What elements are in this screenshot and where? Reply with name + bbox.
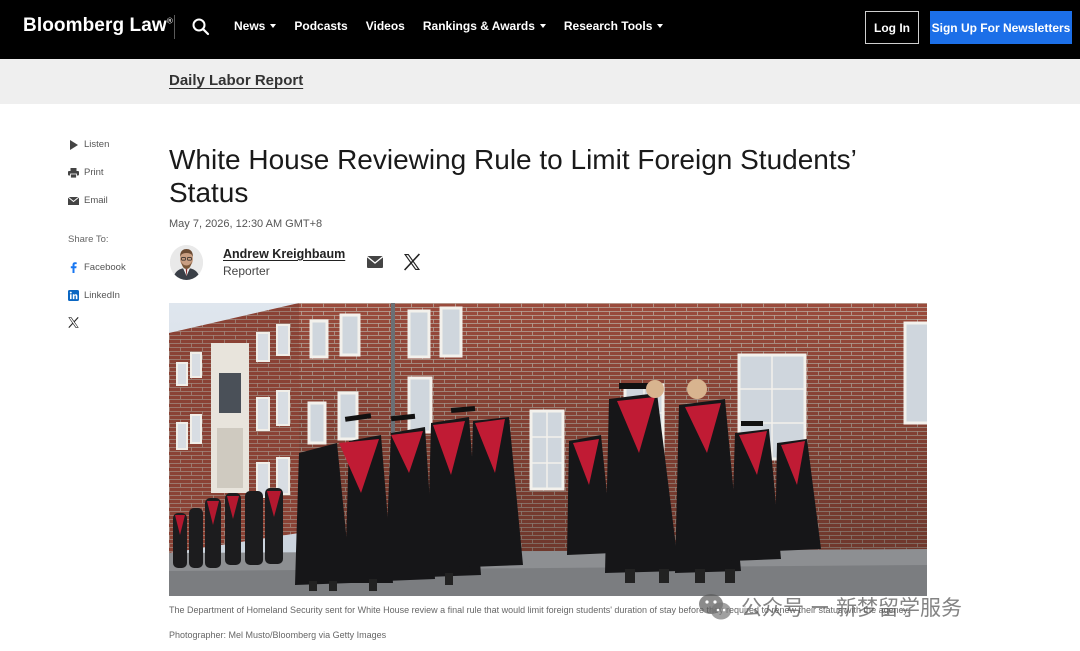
nav-videos-label: Videos: [365, 19, 405, 33]
nav-podcasts-label: Podcasts: [294, 19, 348, 33]
main-menu: News Podcasts Videos Rankings & Awards R…: [234, 19, 681, 33]
listen-label: Listen: [84, 139, 110, 150]
facebook-icon: [68, 262, 79, 273]
nav-news-label: News: [234, 19, 266, 33]
top-navigation: Bloomberg Law® News Podcasts Videos Rank…: [0, 0, 1080, 59]
email-button[interactable]: Email: [68, 195, 108, 206]
nav-rankings-label: Rankings & Awards: [422, 19, 535, 33]
bloomberg-law-logo[interactable]: Bloomberg Law®: [23, 15, 173, 37]
nav-videos[interactable]: Videos: [366, 19, 405, 33]
hero-photo-graduates: [169, 303, 927, 596]
nav-divider: [174, 15, 175, 39]
article-headline: White House Reviewing Rule to Limit Fore…: [169, 144, 856, 208]
photo-credit: Photographer: Mel Musto/Bloomberg via Ge…: [169, 630, 387, 640]
wechat-icon: [699, 594, 731, 620]
play-icon: [68, 139, 79, 150]
email-author-icon[interactable]: [366, 254, 384, 270]
watermark-separator: [812, 606, 828, 608]
author-avatar[interactable]: [170, 245, 203, 280]
watermark-right-text: 新梦留学服务: [836, 597, 962, 620]
logo-registered-mark: ®: [166, 16, 173, 26]
printer-icon: [68, 167, 79, 178]
section-link-daily-labor-report[interactable]: Daily Labor Report: [169, 72, 303, 89]
email-label: Email: [84, 195, 108, 206]
x-follow-author-icon[interactable]: [403, 253, 421, 271]
share-x-button[interactable]: [68, 317, 84, 328]
nav-news[interactable]: News: [234, 19, 277, 33]
chevron-down-icon: [539, 24, 546, 28]
chevron-down-icon: [270, 24, 277, 28]
linkedin-icon: [68, 290, 79, 301]
watermark-left-text: 公众号: [741, 597, 804, 620]
wechat-watermark: 公众号 新梦留学服务: [697, 589, 1057, 625]
facebook-label: Facebook: [84, 262, 126, 273]
nav-rankings-awards[interactable]: Rankings & Awards: [423, 19, 546, 33]
print-label: Print: [84, 167, 104, 178]
x-logo-icon: [68, 317, 79, 328]
nav-research-label: Research Tools: [563, 19, 653, 33]
author-role: Reporter: [223, 264, 270, 278]
share-linkedin-button[interactable]: LinkedIn: [68, 290, 120, 301]
article-date: May 7, 2026, 12:30 AM GMT+8: [169, 218, 323, 230]
chevron-down-icon: [657, 24, 664, 28]
login-button[interactable]: Log In: [865, 11, 919, 44]
nav-research-tools[interactable]: Research Tools: [563, 19, 664, 33]
listen-button[interactable]: Listen: [68, 139, 109, 150]
print-button[interactable]: Print: [68, 167, 104, 178]
nav-podcasts[interactable]: Podcasts: [294, 19, 347, 33]
share-to-label: Share To:: [68, 234, 109, 245]
linkedin-label: LinkedIn: [84, 290, 120, 301]
author-name-link[interactable]: Andrew Kreighbaum: [223, 247, 345, 261]
section-bar: Daily Labor Report: [0, 59, 1080, 104]
share-facebook-button[interactable]: Facebook: [68, 262, 126, 273]
logo-text: Bloomberg Law: [23, 15, 167, 36]
envelope-icon: [68, 195, 79, 206]
search-icon[interactable]: [191, 17, 211, 37]
signup-newsletters-button[interactable]: Sign Up For Newsletters: [930, 11, 1072, 44]
